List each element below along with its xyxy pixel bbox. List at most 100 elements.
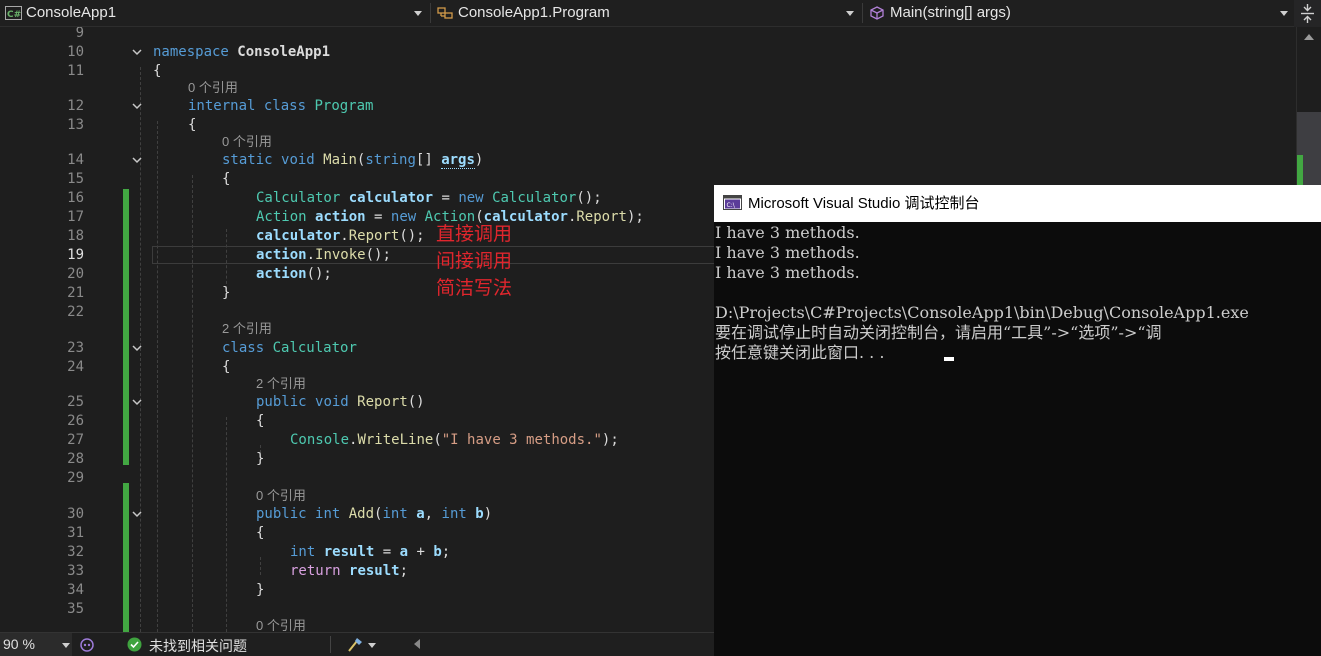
code-cleanup-icon[interactable]	[346, 636, 364, 653]
code-line: internal class Program	[188, 98, 374, 114]
change-indicator	[123, 483, 129, 632]
code-line: }	[256, 582, 265, 598]
code-line: action();	[256, 266, 332, 282]
split-icon	[1301, 4, 1314, 23]
check-circle-icon	[127, 637, 142, 652]
split-editor-button[interactable]	[1294, 0, 1321, 27]
codelens-references[interactable]: 2 个引用	[256, 375, 306, 393]
project-label: ConsoleApp1	[26, 4, 117, 21]
line-number: 18	[67, 228, 84, 244]
method-icon	[870, 6, 884, 20]
line-number: 15	[67, 171, 84, 187]
collapse-chevron-icon[interactable]	[130, 153, 144, 167]
divider	[430, 3, 431, 23]
indent-guide	[226, 417, 227, 632]
code-line: {	[222, 171, 231, 187]
class-icon	[437, 7, 453, 19]
line-number: 17	[67, 209, 84, 225]
codelens-references[interactable]: 0 个引用	[256, 617, 306, 632]
console-title: Microsoft Visual Studio 调试控制台	[748, 195, 980, 212]
codelens-references[interactable]: 0 个引用	[222, 133, 272, 151]
line-number: 16	[67, 190, 84, 206]
svg-text:C:\: C:\	[727, 202, 736, 209]
indent-guide	[192, 175, 193, 632]
code-line: class Calculator	[222, 340, 357, 356]
code-line: public int Add(int a, int b)	[256, 506, 493, 522]
console-output-line: 要在调试停止时自动关闭控制台，请启用“工具”->“选项”->“调	[715, 323, 1162, 342]
class-label: ConsoleApp1.Program	[458, 4, 610, 21]
line-number: 9	[75, 27, 84, 41]
change-marker	[1297, 155, 1303, 185]
code-line: {	[188, 117, 197, 133]
annotation-shorthand: 简洁写法	[436, 278, 513, 299]
line-number: 30	[67, 506, 84, 522]
divider	[862, 3, 863, 23]
code-line: public void Report()	[256, 394, 425, 410]
line-number: 12	[67, 98, 84, 114]
line-number: 34	[67, 582, 84, 598]
line-number: 26	[67, 413, 84, 429]
console-app-icon: C:\	[723, 195, 742, 210]
collapse-chevron-icon[interactable]	[130, 99, 144, 113]
code-line: }	[256, 451, 265, 467]
code-line: Calculator calculator = new Calculator()…	[256, 190, 602, 206]
code-line: namespace ConsoleApp1	[153, 44, 331, 60]
collapse-chevron-icon[interactable]	[130, 45, 144, 59]
annotation-indirect-call: 间接调用	[436, 251, 513, 272]
line-number: 13	[67, 117, 84, 133]
class-dropdown[interactable]: ConsoleApp1.Program	[432, 2, 860, 24]
annotation-direct-call: 直接调用	[436, 224, 513, 245]
member-label: Main(string[] args)	[890, 4, 1011, 21]
code-line: {	[256, 413, 265, 429]
line-number: 27	[67, 432, 84, 448]
issues-status[interactable]: 未找到相关问题	[149, 636, 247, 656]
chevron-down-icon	[846, 11, 854, 16]
console-output-line: D:\Projects\C#Projects\ConsoleApp1\bin\D…	[715, 303, 1249, 322]
debug-console-window[interactable]: C:\ Microsoft Visual Studio 调试控制台 I have…	[714, 185, 1321, 656]
indent-guide	[260, 557, 261, 575]
line-number: 14	[67, 152, 84, 168]
console-output-line: 按任意键关闭此窗口. . .	[715, 343, 885, 362]
codelens-references[interactable]: 0 个引用	[188, 79, 238, 97]
divider	[330, 636, 331, 653]
scroll-up-icon[interactable]	[1304, 34, 1314, 40]
code-line: calculator.Report();	[256, 228, 425, 244]
indent-guide	[157, 121, 158, 632]
collapse-chevron-icon[interactable]	[130, 341, 144, 355]
chevron-down-icon	[414, 11, 422, 16]
line-number: 23	[67, 340, 84, 356]
line-number: 32	[67, 544, 84, 560]
codelens-references[interactable]: 0 个引用	[256, 487, 306, 505]
line-number: 21	[67, 285, 84, 301]
code-line: {	[256, 525, 265, 541]
code-line: {	[153, 63, 162, 79]
svg-text:C#: C#	[7, 10, 21, 20]
code-line: }	[222, 285, 231, 301]
codelens-references[interactable]: 2 个引用	[222, 320, 272, 338]
code-line: Console.WriteLine("I have 3 methods.");	[290, 432, 619, 448]
console-output-line: I have 3 methods.	[715, 243, 860, 262]
navigation-bar: C# ConsoleApp1 ConsoleApp1.Program Main(…	[0, 0, 1321, 27]
zoom-dropdown[interactable]: 90 %	[0, 633, 72, 656]
copilot-icon[interactable]	[79, 637, 95, 653]
project-dropdown[interactable]: C# ConsoleApp1	[0, 2, 428, 24]
chevron-down-icon[interactable]	[368, 643, 376, 648]
console-output-line: I have 3 methods.	[715, 223, 860, 242]
line-number: 20	[67, 266, 84, 282]
line-number: 10	[67, 44, 84, 60]
line-number: 28	[67, 451, 84, 467]
collapse-chevron-icon[interactable]	[130, 507, 144, 521]
collapse-chevron-icon[interactable]	[130, 395, 144, 409]
console-output-line: I have 3 methods.	[715, 263, 860, 282]
line-number: 11	[67, 63, 84, 79]
chevron-down-icon	[62, 643, 70, 648]
line-number: 29	[67, 470, 84, 486]
code-line-current: action.Invoke();	[256, 247, 391, 263]
scroll-left-icon[interactable]	[414, 639, 420, 649]
chevron-down-icon	[1280, 11, 1288, 16]
console-titlebar[interactable]: C:\ Microsoft Visual Studio 调试控制台	[714, 185, 1321, 222]
code-line: int result = a + b;	[290, 544, 451, 560]
member-dropdown[interactable]: Main(string[] args)	[864, 2, 1294, 24]
line-number: 33	[67, 563, 84, 579]
console-cursor	[944, 357, 954, 361]
